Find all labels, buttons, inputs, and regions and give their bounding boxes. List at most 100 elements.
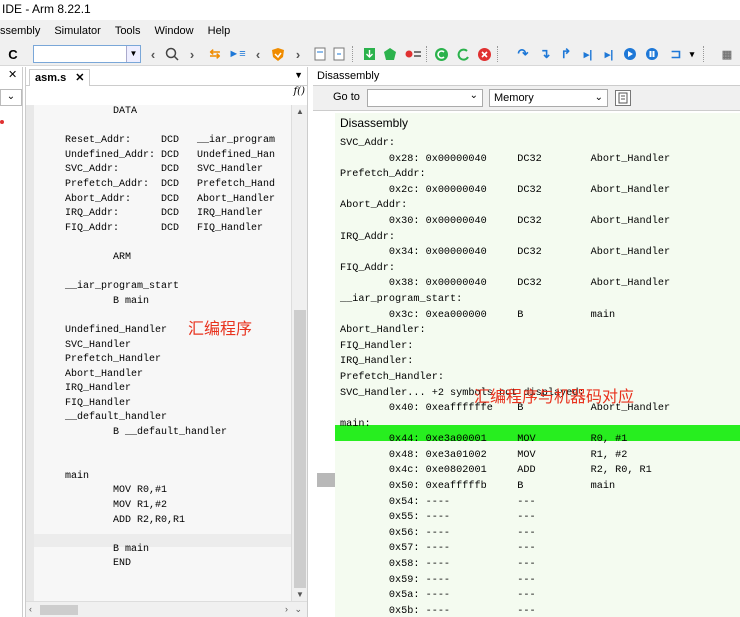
code-line: Abort_Handler [65,368,144,380]
chevron-down-icon[interactable]: ⌄ [0,89,22,106]
memory-select[interactable]: Memory ⌄ [489,89,608,107]
prev-bookmark-icon[interactable]: ‹ [252,45,264,63]
refresh-icon[interactable]: C [6,45,20,63]
memory-select-value: Memory [494,92,534,104]
disasm-row: IRQ_Addr: [340,231,396,243]
disasm-row: 0x5a: ---- --- [340,590,536,602]
reset-icon[interactable] [455,45,471,63]
download-icon[interactable] [362,45,376,63]
chevron-down-icon[interactable]: ⌄ [470,90,478,101]
workspace-panel-stub: ✕ ⌄ [0,67,23,617]
disasm-row: Abort_Addr: [340,200,408,212]
disassembly-rows: SVC_Addr: 0x28: 0x00000040 DC32 Abort_Ha… [340,136,670,617]
tab-list-dropdown-icon[interactable]: ▼ [294,70,303,80]
code-line: Prefetch_Handler [65,354,162,366]
listing-gutter[interactable] [316,113,335,617]
step-out-icon[interactable]: ↱ [558,45,574,63]
run-icon[interactable] [622,45,638,63]
editor-panel: asm.s ✕ ▼ f() DATA Reset_Addr: DCD __iar… [25,67,308,617]
return-icon[interactable]: ⊐ [667,45,685,63]
editor-vertical-scrollbar[interactable]: ▲ ▼ [291,105,307,601]
toolbar-separator [497,46,499,62]
menu-help[interactable]: Help [201,20,238,42]
goto-line-icon[interactable]: ►≡ [228,45,246,63]
menu-tools[interactable]: Tools [108,20,148,42]
disassembly-listing[interactable]: Disassembly SVC_Addr: 0x28: 0x00000040 D… [316,113,740,617]
chevron-down-icon[interactable]: ⌄ [294,604,302,615]
disasm-row: __iar_program_start: [340,293,463,305]
go-icon[interactable] [433,45,449,63]
code-line: SVC_Addr: DCD SVC_Handler [65,164,264,176]
code-line: Undefined_Addr: DCD Undefined_Han [65,149,276,161]
code-line: IRQ_Handler [65,383,132,395]
menu-disassembly[interactable]: ssembly [0,20,47,42]
chevron-down-icon[interactable]: ▼ [126,46,140,62]
shield-icon[interactable] [270,45,286,63]
menu-simulator[interactable]: Simulator [47,20,107,42]
goto-label: Go to [333,91,360,103]
disasm-row: 0x34: 0x00000040 DC32 Abort_Handler [340,247,671,259]
save-file-icon[interactable] [332,45,346,63]
disasm-row: 0x56: ---- --- [340,527,536,539]
back-icon[interactable]: ‹ [147,45,159,63]
editor-horizontal-scrollbar[interactable]: ‹ › ⌄ [26,601,307,617]
chevron-down-icon[interactable]: ▾ [687,45,697,63]
open-file-icon[interactable] [313,45,327,63]
disasm-row: 0x30: 0x00000040 DC32 Abort_Handler [340,215,671,227]
scroll-up-icon[interactable]: ▲ [296,107,304,116]
code-line: FIQ_Handler [65,397,132,409]
disasm-row: Abort_Handler: [340,325,426,337]
menu-window[interactable]: Window [148,20,201,42]
toggle-bookmark-icon[interactable]: ⇆ [207,45,223,63]
goto-input[interactable]: ⌄ [367,89,483,107]
code-line: Abort_Addr: DCD Abort_Handler [65,193,276,205]
search-icon[interactable] [164,45,180,63]
find-combo[interactable]: ▼ [33,45,141,63]
scroll-left-icon[interactable]: ‹ [29,604,32,614]
scroll-right-icon[interactable]: › [285,604,288,614]
disasm-row: 0x2c: 0x00000040 DC32 Abort_Handler [340,184,671,196]
scroll-down-icon[interactable]: ▼ [296,590,304,599]
chevron-down-icon[interactable]: ⌄ [595,90,603,106]
forward-icon[interactable]: › [186,45,198,63]
code-editor[interactable]: DATA Reset_Addr: DCD __iar_program Undef… [26,105,292,601]
memory-view-icon[interactable] [615,90,631,106]
scrollbar-thumb[interactable] [294,310,306,588]
code-line: Reset_Addr: DCD __iar_program [65,135,276,147]
layout-icon[interactable]: ▦ [718,45,736,63]
code-line: IRQ_Addr: DCD IRQ_Handler [65,208,264,220]
run-to-cursor-icon[interactable]: ▸| [601,45,617,63]
next-bookmark-icon[interactable]: › [292,45,304,63]
code-line: SVC_Handler [65,339,132,351]
disasm-row: 0x48: 0xe3a01002 MOV R1, #2 [340,449,628,461]
disasm-row: FIQ_Handler: [340,340,414,352]
code-line: END [65,558,132,570]
breakpoints-icon[interactable] [404,45,422,63]
code-line: FIQ_Addr: DCD FIQ_Handler [65,222,264,234]
disasm-row: Prefetch_Addr: [340,169,426,181]
editor-gutter[interactable] [26,105,34,601]
code-line: Prefetch_Addr: DCD Prefetch_Hand [65,178,276,190]
step-into-icon[interactable]: ↴ [537,45,553,63]
code-line: __iar_program_start [65,281,180,293]
code-line: DATA [65,106,138,117]
stop-icon[interactable] [476,45,492,63]
disasm-row: IRQ_Handler: [340,356,414,368]
window-title: IDE - Arm 8.22.1 [0,0,740,20]
tab-asm-s[interactable]: asm.s ✕ [29,69,91,86]
scrollbar-thumb[interactable] [40,605,78,615]
debug-icon[interactable] [382,45,398,63]
function-list-icon[interactable]: f() [293,86,305,97]
next-statement-icon[interactable]: ▸| [580,45,596,63]
menu-bar: ssembly Simulator Tools Window Help [0,20,740,42]
close-icon[interactable]: ✕ [8,68,17,81]
close-icon[interactable]: ✕ [75,72,84,84]
pause-icon[interactable] [644,45,660,63]
step-over-icon[interactable]: ↷ [515,45,531,63]
code-line: main [65,470,90,482]
